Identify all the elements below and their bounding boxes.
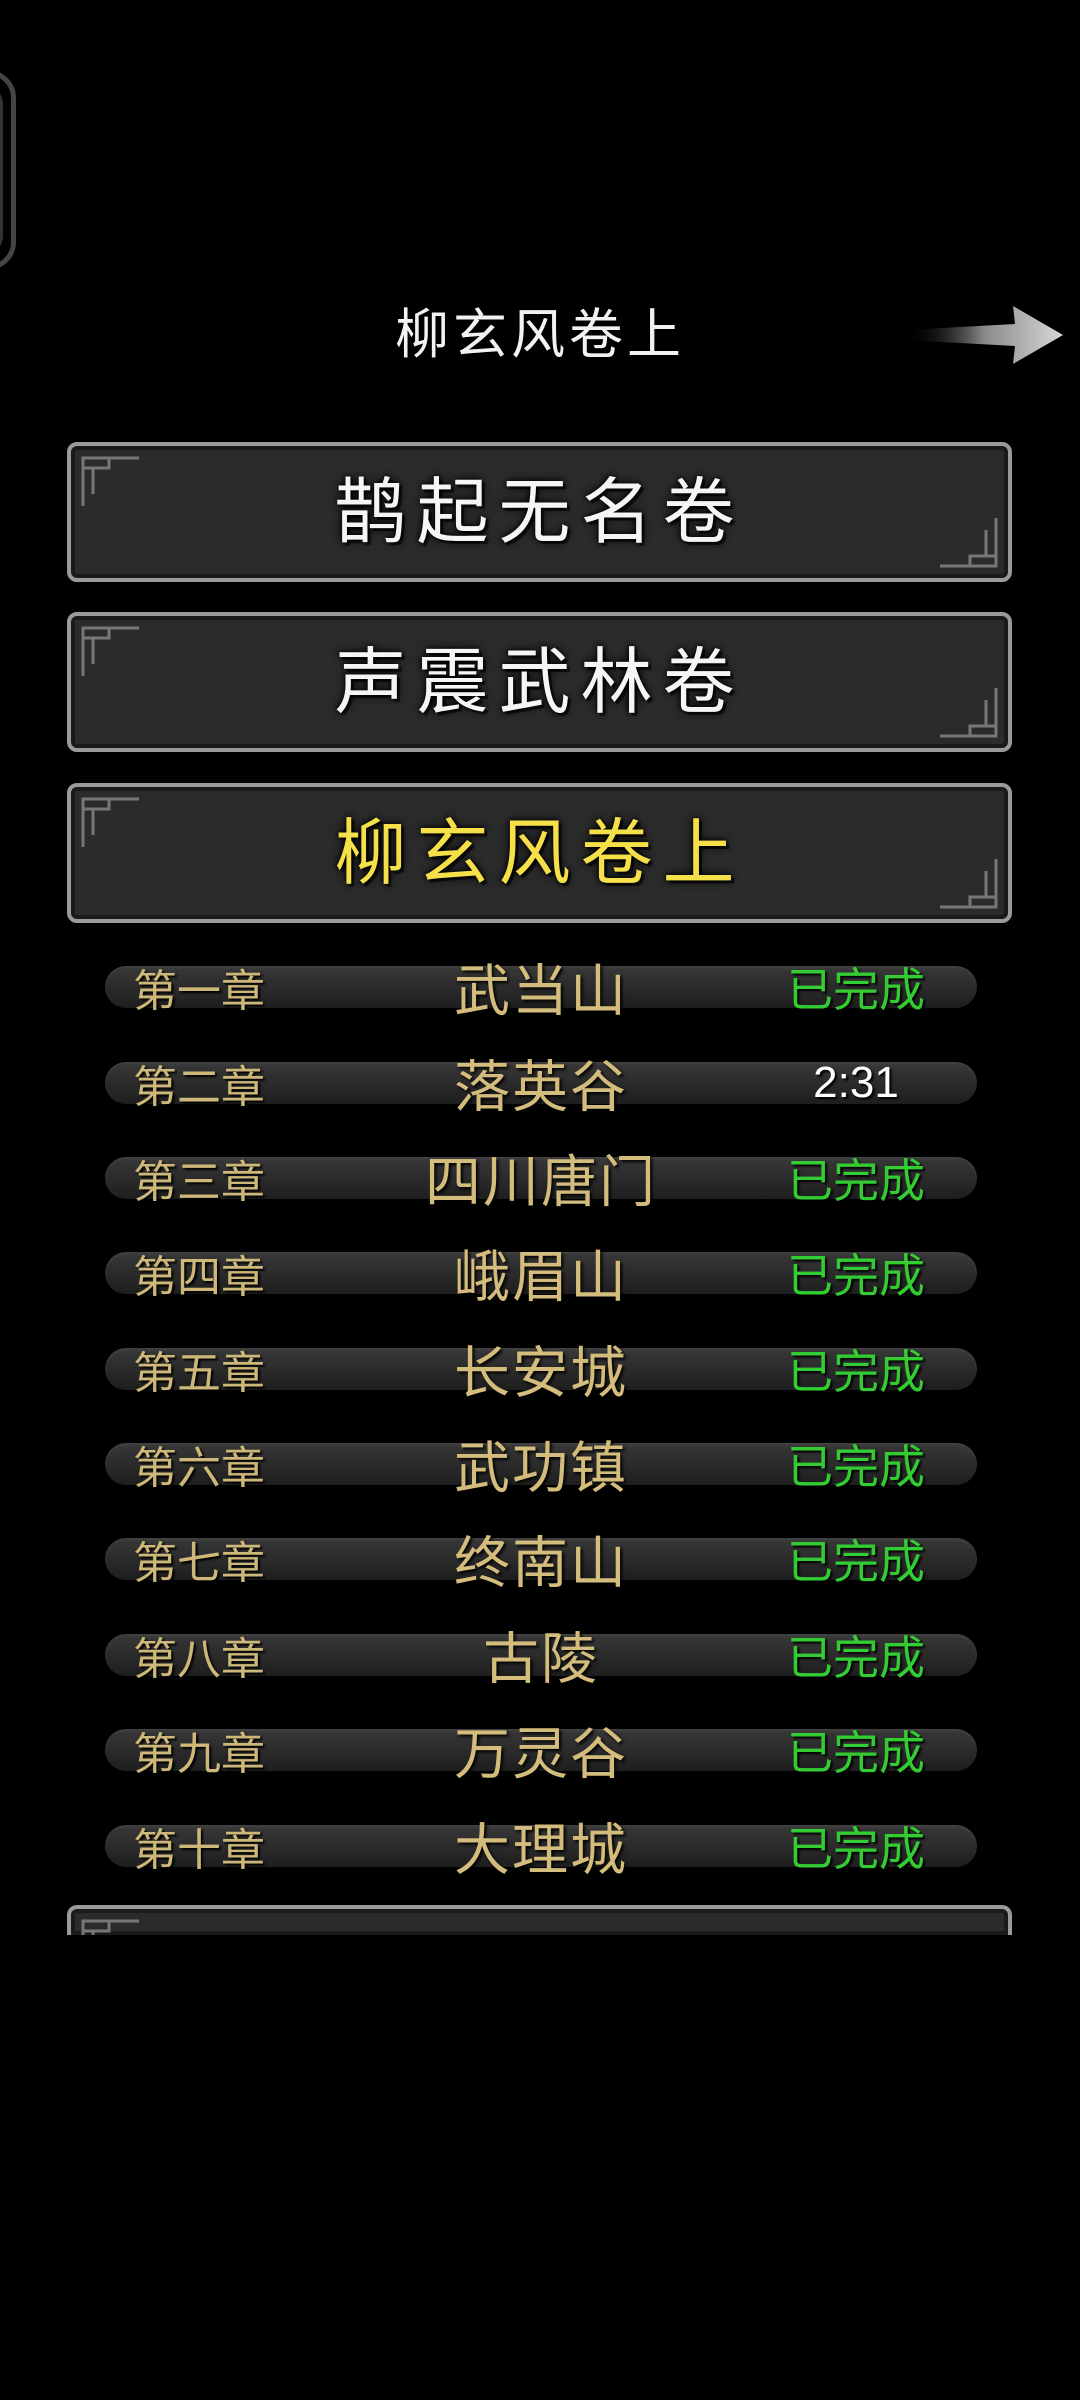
side-frame	[0, 70, 16, 270]
corner-ornament	[940, 518, 998, 568]
chapter-row-8[interactable]: 第八章 古陵 已完成	[105, 1628, 977, 1693]
chapter-status: 已完成	[787, 1440, 925, 1494]
chapter-status: 已完成	[787, 1535, 925, 1589]
chapter-name: 终南山	[454, 1531, 628, 1597]
chapter-status: 已完成	[787, 1345, 925, 1399]
chapter-number: 第一章	[133, 966, 265, 1017]
chapter-row-9[interactable]: 第九章 万灵谷 已完成	[105, 1723, 977, 1788]
chapter-row-1[interactable]: 第一章 武当山 已完成	[105, 960, 977, 1025]
corner-ornament	[81, 626, 139, 676]
volume-label: 声震武林卷	[334, 640, 745, 724]
chapter-number: 第五章	[133, 1348, 265, 1399]
chapter-status: 已完成	[787, 1249, 925, 1303]
chapter-number: 第八章	[133, 1634, 265, 1685]
chapter-number: 第十章	[133, 1825, 265, 1876]
chapter-status: 已完成	[787, 963, 925, 1017]
chapter-row-10[interactable]: 第十章 大理城 已完成	[105, 1819, 977, 1884]
chapter-name: 长安城	[454, 1341, 628, 1407]
chapter-number: 第三章	[133, 1157, 265, 1208]
chapter-number: 第七章	[133, 1538, 265, 1589]
volume-button-1[interactable]: 鹊起无名卷	[67, 442, 1012, 582]
chapter-number: 第九章	[133, 1729, 265, 1780]
chapter-timer: 2:31	[813, 1058, 899, 1107]
arrow-right-icon[interactable]	[905, 300, 1065, 370]
corner-ornament	[940, 859, 998, 909]
chapter-name: 武当山	[454, 959, 628, 1025]
corner-ornament	[81, 797, 139, 847]
chapter-status: 已完成	[787, 1154, 925, 1208]
chapter-row-3[interactable]: 第三章 四川唐门 已完成	[105, 1151, 977, 1216]
chapter-name: 落英谷	[454, 1055, 628, 1121]
volume-button-2[interactable]: 声震武林卷	[67, 612, 1012, 752]
chapter-row-7[interactable]: 第七章 终南山 已完成	[105, 1532, 977, 1597]
chapter-name: 武功镇	[454, 1436, 628, 1502]
chapter-name: 大理城	[454, 1818, 628, 1884]
corner-ornament	[940, 688, 998, 738]
chapter-row-4[interactable]: 第四章 峨眉山 已完成	[105, 1246, 977, 1311]
chapter-name: 古陵	[483, 1627, 599, 1693]
volume-label: 鹊起无名卷	[334, 470, 745, 554]
volume-button-4[interactable]	[67, 1905, 1012, 1935]
chapter-status: 已完成	[787, 1631, 925, 1685]
volume-button-3[interactable]: 柳玄风卷上	[67, 783, 1012, 923]
chapter-row-6[interactable]: 第六章 武功镇 已完成	[105, 1437, 977, 1502]
chapter-number: 第四章	[133, 1252, 265, 1303]
corner-ornament	[81, 1919, 139, 1935]
chapter-number: 第六章	[133, 1443, 265, 1494]
chapter-name: 万灵谷	[454, 1722, 628, 1788]
chapter-status: 已完成	[787, 1726, 925, 1780]
chapter-row-2[interactable]: 第二章 落英谷 2:31	[105, 1056, 977, 1121]
chapter-name: 四川唐门	[425, 1150, 657, 1216]
chapter-name: 峨眉山	[454, 1245, 628, 1311]
corner-ornament	[81, 456, 139, 506]
chapter-status: 已完成	[787, 1822, 925, 1876]
chapter-number: 第二章	[133, 1062, 265, 1113]
chapter-row-5[interactable]: 第五章 长安城 已完成	[105, 1342, 977, 1407]
volume-label: 柳玄风卷上	[334, 811, 745, 895]
